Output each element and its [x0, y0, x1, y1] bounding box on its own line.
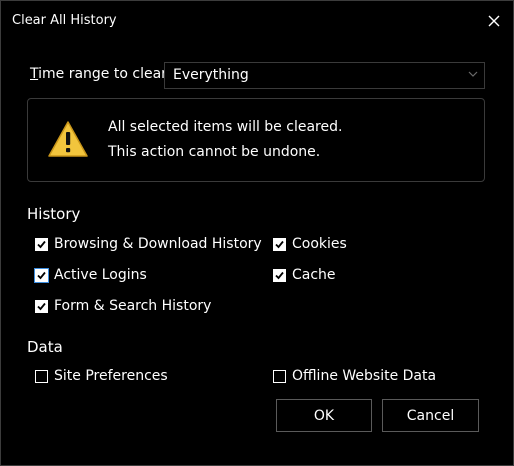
checkbox-offline-website-data[interactable]: Offline Website Data	[273, 368, 436, 384]
checkmark-icon	[37, 302, 46, 310]
checkbox-box[interactable]	[35, 299, 48, 313]
checkbox-label: Browsing & Download History	[54, 236, 262, 252]
history-heading: History	[27, 205, 81, 223]
time-range-label: Time range to clear:	[30, 66, 171, 82]
checkbox-active-logins[interactable]: Active Logins	[34, 267, 147, 283]
checkbox-label: Form & Search History	[54, 298, 212, 314]
checkbox-label: Cache	[292, 267, 336, 283]
checkmark-icon	[37, 271, 46, 279]
warning-box: All selected items will be cleared. This…	[27, 98, 485, 182]
checkbox-cache[interactable]: Cache	[273, 267, 336, 283]
clear-history-dialog: Clear All History Time range to clear: E…	[0, 0, 514, 466]
dialog-title: Clear All History	[12, 13, 117, 28]
time-range-label-mnemonic: T	[30, 66, 39, 82]
checkbox-label: Offline Website Data	[292, 368, 437, 384]
checkbox-label: Site Preferences	[54, 368, 168, 384]
checkbox-box[interactable]	[273, 369, 286, 383]
time-range-label-text: ime range to clear:	[38, 66, 172, 82]
warning-text-line1: All selected items will be cleared.	[108, 119, 343, 135]
checkbox-browsing-download-history[interactable]: Browsing & Download History	[35, 236, 262, 252]
checkbox-box[interactable]	[273, 237, 286, 251]
warning-text-line2: This action cannot be undone.	[108, 144, 321, 160]
checkbox-box[interactable]	[35, 237, 48, 251]
checkbox-box[interactable]	[34, 267, 49, 283]
checkbox-site-preferences[interactable]: Site Preferences	[35, 368, 168, 384]
checkbox-box[interactable]	[35, 369, 48, 383]
data-heading: Data	[27, 338, 63, 356]
checkbox-cookies[interactable]: Cookies	[273, 236, 347, 252]
checkbox-label: Cookies	[292, 236, 347, 252]
warning-icon	[48, 121, 88, 157]
ok-button[interactable]: OK	[276, 399, 372, 432]
chevron-down-icon	[468, 71, 478, 77]
checkmark-icon	[275, 271, 284, 279]
checkmark-icon	[275, 240, 284, 248]
cancel-button[interactable]: Cancel	[382, 399, 479, 432]
checkmark-icon	[37, 240, 46, 248]
close-icon	[488, 15, 500, 27]
title-bar: Clear All History	[1, 1, 513, 41]
time-range-selected-value: Everything	[173, 67, 249, 83]
checkbox-form-search-history[interactable]: Form & Search History	[35, 298, 211, 314]
time-range-select[interactable]: Everything	[164, 62, 485, 89]
checkbox-label: Active Logins	[54, 267, 147, 283]
checkbox-box[interactable]	[273, 268, 286, 282]
close-button[interactable]	[481, 9, 507, 33]
